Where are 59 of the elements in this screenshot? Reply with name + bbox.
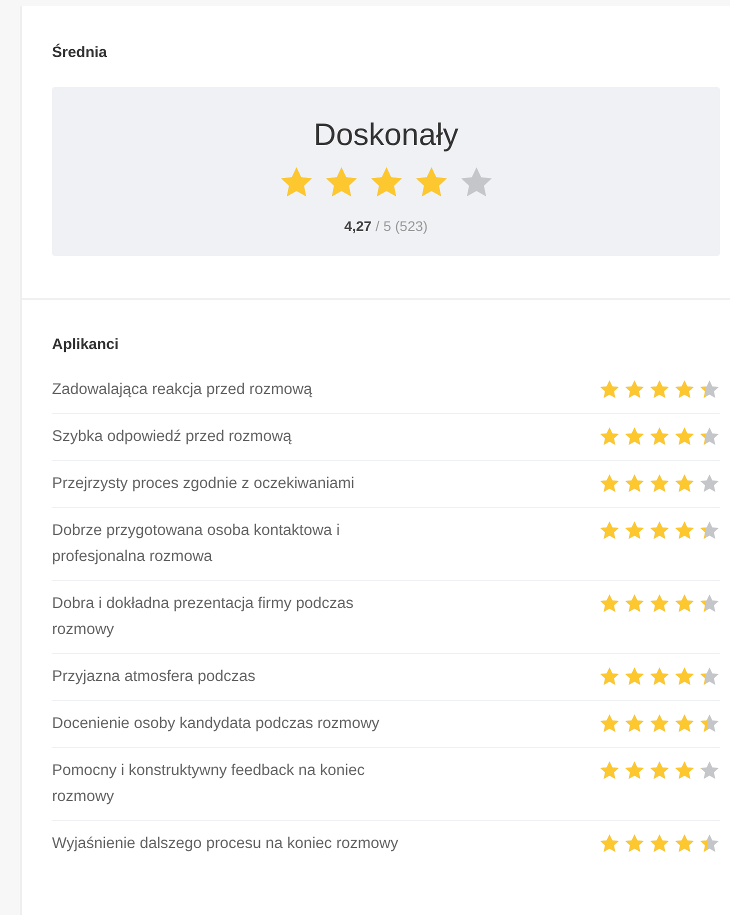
section-heading: Aplikanci — [52, 336, 120, 353]
star-icon — [674, 473, 695, 494]
star-icon — [674, 666, 695, 687]
star-icon — [674, 520, 695, 541]
criterion-label: Pomocny i konstruktywny feedback na koniec rozmowy — [52, 761, 366, 807]
star-icon — [624, 713, 645, 734]
rating-scale: / 5 (523) — [376, 218, 428, 234]
star-icon — [699, 473, 720, 494]
star-icon — [674, 760, 695, 781]
star-icon — [599, 426, 620, 447]
star-icon — [699, 833, 720, 854]
star-icon — [699, 666, 720, 687]
star-icon — [649, 760, 670, 781]
star-icon — [699, 520, 720, 541]
star-icon — [699, 713, 720, 734]
star-icon — [674, 833, 695, 854]
star-icon — [699, 760, 720, 781]
star-icon — [699, 593, 720, 614]
star-icon — [599, 713, 620, 734]
star-icon — [674, 379, 695, 400]
criterion-label: Zadowalająca reakcja przed rozmową — [52, 380, 312, 400]
star-icon — [624, 379, 645, 400]
star-icon — [699, 379, 720, 400]
star-icon — [599, 833, 620, 854]
criterion-label: Wyjaśnienie dalszego procesu na koniec rozmowy — [52, 834, 398, 854]
star-icon — [599, 760, 620, 781]
star-icon — [649, 379, 670, 400]
criterion-label: Przyjazna atmosfera podczas — [52, 667, 256, 687]
star-icon — [624, 666, 645, 687]
star-icon — [649, 426, 670, 447]
criterion-label: Przejrzysty proces zgodnie z oczekiwaniami — [52, 474, 354, 494]
star-icon — [649, 593, 670, 614]
star-icon — [649, 713, 670, 734]
star-icon — [674, 713, 695, 734]
star-icon — [599, 520, 620, 541]
section-heading: Średnia — [52, 44, 108, 61]
star-icon — [624, 520, 645, 541]
star-icon — [599, 593, 620, 614]
criterion-label: Docenienie osoby kandydata podczas rozmowy — [52, 714, 380, 734]
rating-score: 4,27 — [344, 218, 372, 234]
criterion-label: Szybka odpowiedź przed rozmową — [52, 427, 292, 447]
star-icon — [599, 379, 620, 400]
criterion-label: Dobrze przygotowana osoba kontaktowa i profesjonalna rozmowa — [52, 521, 341, 567]
star-icon — [599, 666, 620, 687]
star-icon — [674, 593, 695, 614]
star-icon — [649, 473, 670, 494]
star-icon — [624, 833, 645, 854]
star-icon — [674, 426, 695, 447]
criterion-label: Dobra i dokładna prezentacja firmy podczas rozmowy — [52, 594, 355, 640]
star-icon — [649, 833, 670, 854]
star-icon — [624, 473, 645, 494]
star-icon — [624, 426, 645, 447]
star-icon — [599, 473, 620, 494]
rating-label: Doskonały — [314, 117, 458, 153]
star-icon — [649, 520, 670, 541]
star-icon — [649, 666, 670, 687]
star-icon — [624, 760, 645, 781]
star-icon — [699, 426, 720, 447]
star-icon — [624, 593, 645, 614]
